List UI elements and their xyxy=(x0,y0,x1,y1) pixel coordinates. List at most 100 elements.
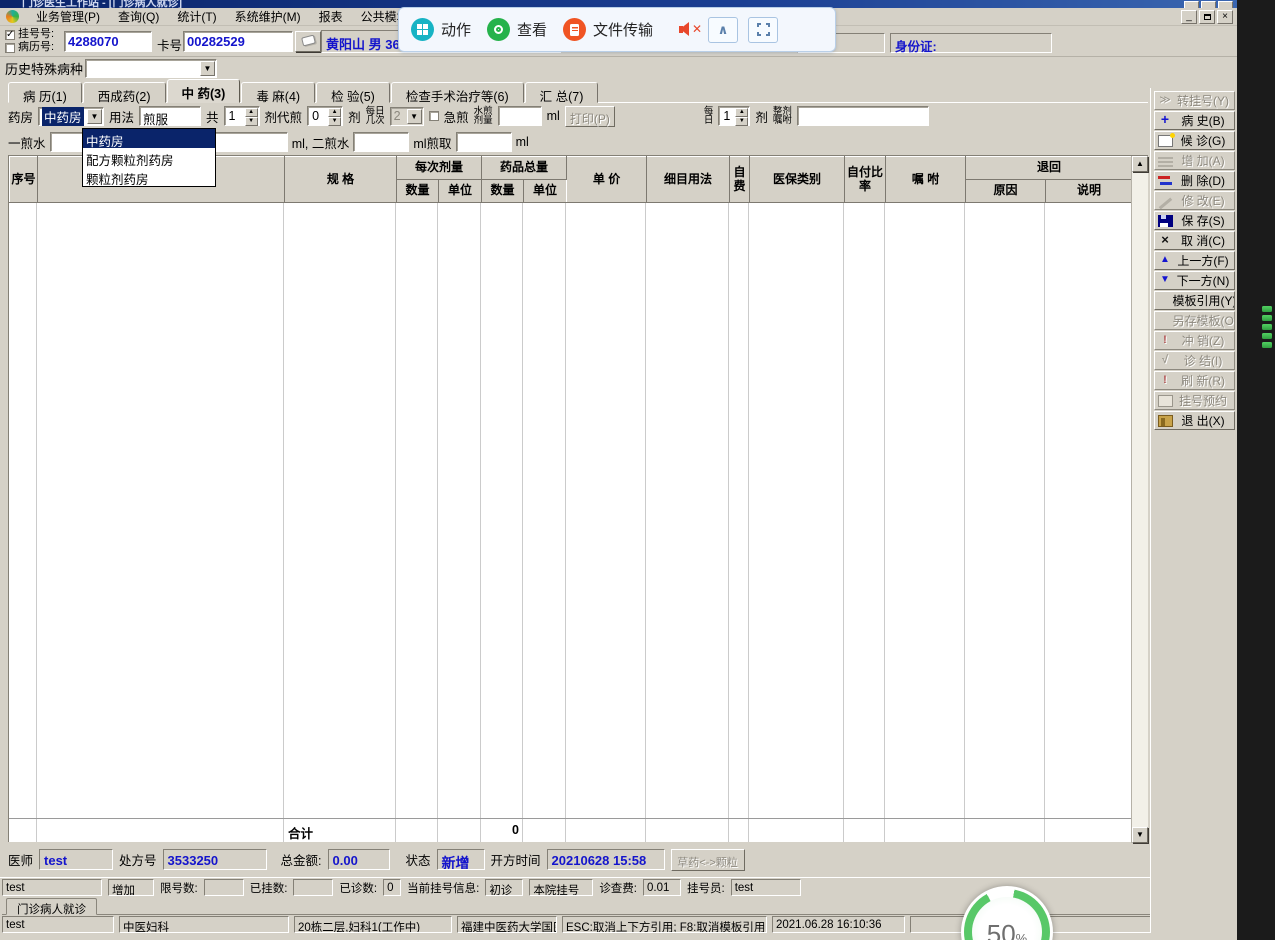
col-unit2: 单位 xyxy=(523,179,568,203)
col-return: 退回 xyxy=(965,156,1134,180)
status-bar-session: test 增加 限号数: 已挂数: 已诊数: 0 当前挂号信息: 初诊 本院挂号 诊查费: 0.01… xyxy=(0,877,1150,897)
read-card-button[interactable] xyxy=(295,31,321,52)
status-label: 状态 xyxy=(405,854,431,868)
overlay-action-2[interactable]: 文件传输 xyxy=(563,18,653,41)
daily-times-value: 2 xyxy=(393,109,401,123)
view-glyph xyxy=(494,25,504,34)
scroll-up-icon[interactable]: ▲ xyxy=(1132,156,1148,172)
spin-down-icon[interactable]: ▼ xyxy=(735,117,749,126)
sidebar-button-label: 上一方(F) xyxy=(1177,254,1229,268)
sidebar-button-label: 下一方(N) xyxy=(1176,274,1230,288)
grid-column xyxy=(396,203,438,818)
view-icon xyxy=(487,18,511,41)
record-no-checkbox[interactable] xyxy=(5,42,15,53)
close-button-top[interactable] xyxy=(1218,1,1233,8)
scroll-down-icon[interactable]: ▼ xyxy=(1132,827,1148,843)
grid-vertical-scrollbar[interactable]: ▲ ▼ xyxy=(1131,156,1148,843)
close-icon[interactable]: × xyxy=(1217,10,1233,24)
daily-times-select: 2 ▼ xyxy=(389,106,424,126)
tab-4[interactable]: 毒 麻(4) xyxy=(241,82,316,104)
fullscreen-button[interactable] xyxy=(748,16,779,43)
tab-3[interactable]: 中 药(3) xyxy=(166,79,241,103)
tab-5[interactable]: 检 验(5) xyxy=(316,82,390,104)
collapse-button[interactable]: ∧ xyxy=(708,16,739,43)
col-spec: 规 格 xyxy=(284,156,397,203)
status1-cell-13: 挂号员: xyxy=(687,882,725,895)
spin-up-icon[interactable]: ▲ xyxy=(328,108,342,117)
tab-6[interactable]: 检查手术治疗等(6) xyxy=(390,82,524,104)
minimize-button-top[interactable] xyxy=(1184,1,1199,8)
app-logo-icon xyxy=(6,10,19,23)
rx-no-field: 3533250 xyxy=(162,849,267,870)
doctor-name-field: test xyxy=(39,849,114,870)
pharmacy-option-2[interactable]: 颗粒剂药房 xyxy=(83,167,215,187)
count-stepper[interactable]: 1 ▲ ▼ xyxy=(223,106,260,126)
muted-speaker-icon[interactable]: ✕ xyxy=(679,21,702,38)
sidebar-button-11: 另存模板(O) xyxy=(1153,311,1235,330)
sidebar-button-8[interactable]: ▲ 上一方(F) xyxy=(1153,251,1235,270)
total-cell xyxy=(844,819,885,842)
grid-column xyxy=(749,203,844,818)
decoct-input-3[interactable] xyxy=(353,132,410,152)
none-icon xyxy=(1158,314,1173,327)
tab-7[interactable]: 汇 总(7) xyxy=(524,82,599,104)
sidebar-button-1[interactable]: + 病 史(B) xyxy=(1153,111,1235,130)
sidebar-button-4[interactable]: 删 除(D) xyxy=(1153,171,1235,190)
decoct-input-4[interactable] xyxy=(455,132,512,152)
usage-input[interactable]: 煎服 xyxy=(139,106,202,127)
reg-no-input[interactable]: 4288070 xyxy=(64,31,152,52)
sidebar-button-16[interactable]: 退 出(X) xyxy=(1153,411,1235,430)
overlay-action-1[interactable]: 查看 xyxy=(487,18,547,41)
per-day-stepper[interactable]: 1 ▲ ▼ xyxy=(718,106,751,126)
transfer-icon: ≫ xyxy=(1159,94,1171,106)
restore-icon[interactable] xyxy=(1199,10,1215,24)
sidebar-button-2[interactable]: 候 诊(G) xyxy=(1153,131,1235,150)
overlay-action-label: 查看 xyxy=(517,22,548,39)
tab-outpatient-visit[interactable]: 门诊病人就诊 xyxy=(6,898,97,916)
card-no-input[interactable]: 00282529 xyxy=(183,31,293,52)
tab-2[interactable]: 西成药(2) xyxy=(82,82,166,104)
menu-item-4[interactable]: 报表 xyxy=(310,6,352,27)
decoct-input-2[interactable] xyxy=(203,132,288,152)
grid-column xyxy=(566,203,646,818)
spin-up-icon[interactable]: ▲ xyxy=(244,108,258,117)
sidebar-button-10[interactable]: 模板引用(Y) xyxy=(1153,291,1235,310)
sidebar-button-9[interactable]: ▼ 下一方(N) xyxy=(1153,271,1235,290)
grid-column xyxy=(885,203,965,818)
menu-item-0[interactable]: 业务管理(P) xyxy=(27,6,109,27)
menu-item-3[interactable]: 系统维护(M) xyxy=(226,6,310,27)
history-disease-select[interactable]: ▼ xyxy=(85,58,218,78)
pharmacy-option-0[interactable]: 中药房 xyxy=(83,129,215,149)
spin-up-icon[interactable]: ▲ xyxy=(735,108,749,117)
spin-down-icon[interactable]: ▼ xyxy=(244,117,258,126)
herb-granule-toggle-button[interactable]: 草药<->颗粒 xyxy=(670,848,745,871)
sidebar-button-13: √ 诊 结(I) xyxy=(1153,351,1235,370)
menu-item-2[interactable]: 统计(T) xyxy=(168,6,225,27)
sidebar-button-15: 挂号预约 xyxy=(1153,391,1235,410)
grid-icon xyxy=(411,18,434,41)
pharmacy-select[interactable]: 中药房 ▼ xyxy=(38,106,105,126)
whole-note-input[interactable] xyxy=(796,106,929,126)
urgent-label: 急煎 xyxy=(443,110,469,125)
sidebar-button-7[interactable]: × 取 消(C) xyxy=(1153,231,1235,250)
sidebar-button-6[interactable]: 保 存(S) xyxy=(1153,211,1235,230)
urgent-checkbox[interactable] xyxy=(428,111,439,121)
grid-column xyxy=(523,203,566,818)
water-amount-input[interactable] xyxy=(497,106,542,126)
daijian-stepper[interactable]: 0 ▲ ▼ xyxy=(307,106,344,126)
total-cell xyxy=(749,819,844,842)
minimize-icon[interactable]: _ xyxy=(1181,10,1197,24)
menu-item-1[interactable]: 查询(Q) xyxy=(109,6,168,27)
status2-cell-1: 中医妇科 xyxy=(119,915,289,933)
spin-down-icon[interactable]: ▼ xyxy=(328,117,342,126)
pharmacy-option-1[interactable]: 配方颗粒剂药房 xyxy=(83,148,215,168)
status2-cell-0: test xyxy=(2,915,114,933)
tab-1[interactable]: 病 历(1) xyxy=(8,82,82,104)
overlay-action-0[interactable]: 动作 xyxy=(411,18,471,41)
restore-button-top[interactable] xyxy=(1201,1,1216,8)
chevron-down-icon[interactable]: ▼ xyxy=(87,108,103,124)
col-per-dose: 每次剂量 xyxy=(395,156,483,180)
chevron-down-icon[interactable]: ▼ xyxy=(200,60,216,76)
col-return-desc: 说明 xyxy=(1045,179,1134,203)
reg-no-checkbox[interactable] xyxy=(5,28,15,41)
